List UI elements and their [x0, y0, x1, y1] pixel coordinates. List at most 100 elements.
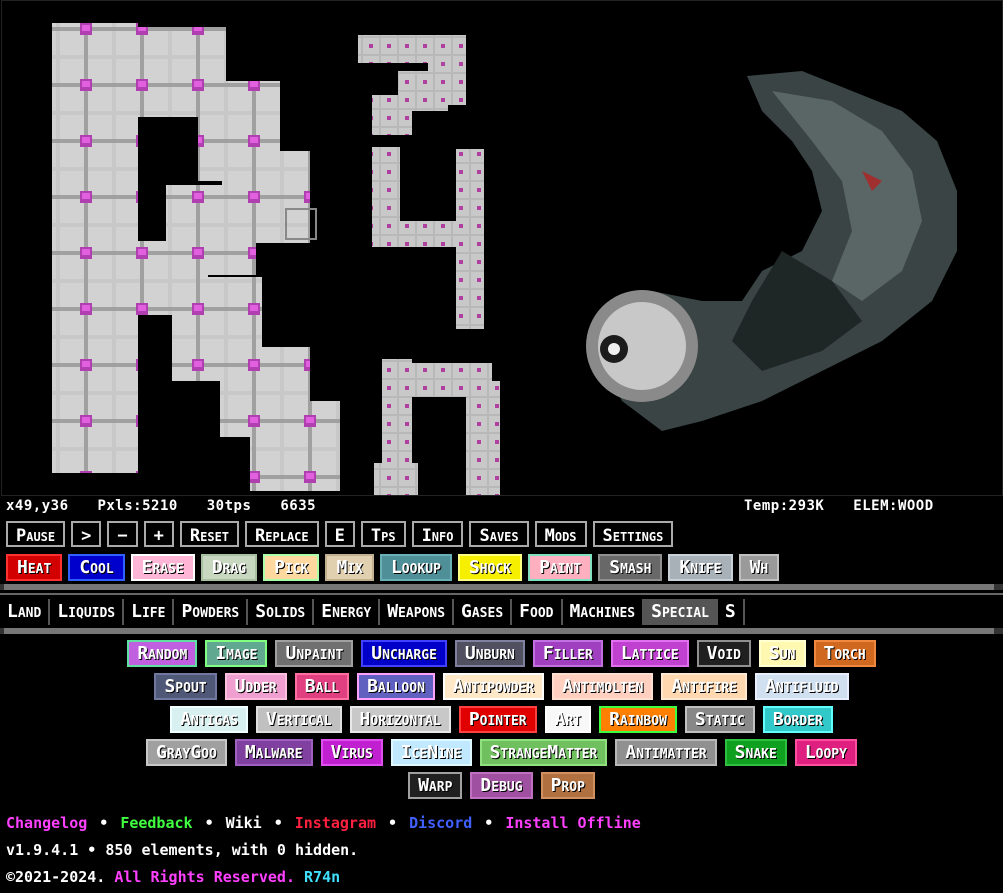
link-instagram[interactable]: Instagram [295, 814, 376, 832]
category-tab-special[interactable]: Special [644, 599, 718, 625]
link-separator: • [388, 814, 398, 832]
element-random[interactable]: Random [127, 640, 198, 667]
tool-drag[interactable]: Drag [200, 554, 258, 581]
rights-text: All Rights Reserved. [114, 868, 295, 886]
element-debug[interactable]: Debug [470, 772, 533, 799]
element-static[interactable]: Static [684, 706, 755, 733]
category-tab-food[interactable]: Food [512, 599, 563, 625]
element-uncharge[interactable]: Uncharge [361, 640, 447, 667]
element-icenine[interactable]: IceNine [390, 739, 472, 766]
selected-element-readout: ELEM:WOOD [853, 498, 934, 514]
element-malware[interactable]: Malware [234, 739, 313, 766]
settings-button[interactable]: Settings [592, 521, 674, 547]
link-install-offline[interactable]: Install Offline [505, 814, 640, 832]
category-tab-gases[interactable]: Gases [454, 599, 513, 625]
element-grid: Random Image Unpaint Uncharge Unburn Filler La… [0, 640, 1003, 805]
letter-r-cubes [52, 23, 340, 491]
element-sun[interactable]: Sun [759, 640, 806, 667]
tool-smash[interactable]: Smash [598, 554, 663, 581]
element-balloon[interactable]: Balloon [357, 673, 435, 700]
element-prop[interactable]: Prop [540, 772, 595, 799]
element-snake[interactable]: Snake [724, 739, 787, 766]
category-scrollbar[interactable] [0, 628, 1003, 634]
element-vertical[interactable]: Vertical [255, 706, 342, 733]
saves-button[interactable]: Saves [469, 521, 529, 547]
tool-shock[interactable]: Shock [457, 554, 523, 581]
tool-heat[interactable]: Heat [6, 554, 63, 581]
tool-wh[interactable]: Wh [738, 554, 780, 581]
tool-paint[interactable]: Paint [528, 554, 593, 581]
link-feedback[interactable]: Feedback [120, 814, 192, 832]
element-pointer[interactable]: Pointer [458, 706, 537, 733]
step-button[interactable]: > [71, 521, 102, 547]
element-loopy[interactable]: Loopy [794, 739, 857, 766]
element-ball[interactable]: Ball [294, 673, 350, 700]
reset-button[interactable]: Reset [179, 521, 240, 547]
element-image[interactable]: Image [205, 640, 268, 667]
element-udder[interactable]: Udder [224, 673, 287, 700]
element-unburn[interactable]: Unburn [454, 640, 525, 667]
element-row: Random Image Unpaint Uncharge Unburn Filler La… [0, 640, 1003, 667]
tool-bar: Heat Cool Erase Drag Pick Mix Lookup Shock Paint… [6, 554, 780, 581]
status-left: x49,y36 Pxls:5210 30tps 6635 [6, 498, 336, 516]
pixel-canvas[interactable] [2, 1, 1002, 495]
element-warp[interactable]: Warp [408, 772, 463, 799]
category-tab-solids[interactable]: Solids [248, 599, 315, 625]
category-tab-weapons[interactable]: Weapons [380, 599, 455, 625]
category-tab-machines[interactable]: Machines [563, 599, 645, 625]
tool-mix[interactable]: Mix [325, 554, 374, 581]
version-line: v1.9.4.1 • 850 elements, with 0 hidden. [6, 841, 359, 859]
link-separator: • [204, 814, 214, 832]
tool-erase[interactable]: Erase [130, 554, 195, 581]
tool-knife[interactable]: Knife [668, 554, 733, 581]
plus-button[interactable]: + [143, 521, 174, 547]
category-tab-powders[interactable]: Powders [174, 599, 249, 625]
game-canvas[interactable] [1, 0, 1003, 496]
element-antigas[interactable]: Antigas [170, 706, 248, 733]
category-tab-energy[interactable]: Energy [314, 599, 381, 625]
tool-lookup[interactable]: Lookup [379, 554, 452, 581]
element-lattice[interactable]: Lattice [610, 640, 689, 667]
author-link[interactable]: R74n [304, 868, 340, 886]
digit-4-blocks [372, 147, 484, 329]
element-antipowder[interactable]: Antipowder [442, 673, 545, 700]
temperature-readout: Temp:293K [744, 498, 825, 514]
category-tab-liquids[interactable]: Liquids [50, 599, 125, 625]
element-antimatter[interactable]: Antimatter [615, 739, 717, 766]
element-row: Antigas Vertical Horizontal Pointer Art Rainb… [0, 706, 1003, 733]
element-unpaint[interactable]: Unpaint [275, 640, 354, 667]
element-rainbow[interactable]: Rainbow [599, 706, 677, 733]
element-virus[interactable]: Virus [320, 739, 383, 766]
category-tab-land[interactable]: Land [0, 599, 51, 625]
category-tab-life[interactable]: Life [124, 599, 175, 625]
element-strangematter[interactable]: StrangeMatter [479, 739, 608, 766]
element-border[interactable]: Border [762, 706, 833, 733]
link-discord[interactable]: Discord [409, 814, 472, 832]
element-horizontal[interactable]: Horizontal [349, 706, 451, 733]
element-spout[interactable]: Spout [154, 673, 217, 700]
info-button[interactable]: Info [411, 521, 464, 547]
pause-button[interactable]: Pause [6, 521, 66, 547]
minus-button[interactable]: − [107, 521, 138, 547]
element-torch[interactable]: Torch [813, 640, 876, 667]
tps-button[interactable]: Tps [360, 521, 406, 547]
link-wiki[interactable]: Wiki [226, 814, 262, 832]
element-graygoo[interactable]: GrayGoo [146, 739, 227, 766]
element-row: Warp Debug Prop [0, 772, 1003, 799]
element-antifluid[interactable]: Antifluid [755, 673, 849, 700]
link-separator: • [99, 814, 109, 832]
element-antimolten[interactable]: Antimolten [552, 673, 654, 700]
e-button[interactable]: E [324, 521, 355, 547]
category-tab-s[interactable]: S [718, 599, 745, 625]
element-row: Spout Udder Ball Balloon Antipowder Antimolte… [0, 673, 1003, 700]
element-void[interactable]: Void [696, 640, 751, 667]
tool-cool[interactable]: Cool [68, 554, 125, 581]
replace-button[interactable]: Replace [245, 521, 319, 547]
element-art[interactable]: Art [544, 706, 592, 733]
element-antifire[interactable]: Antifire [661, 673, 748, 700]
element-filler[interactable]: Filler [532, 640, 603, 667]
link-changelog[interactable]: Changelog [6, 814, 87, 832]
tools-scrollbar[interactable] [0, 584, 1003, 590]
mods-button[interactable]: Mods [534, 521, 587, 547]
tool-pick[interactable]: Pick [263, 554, 320, 581]
